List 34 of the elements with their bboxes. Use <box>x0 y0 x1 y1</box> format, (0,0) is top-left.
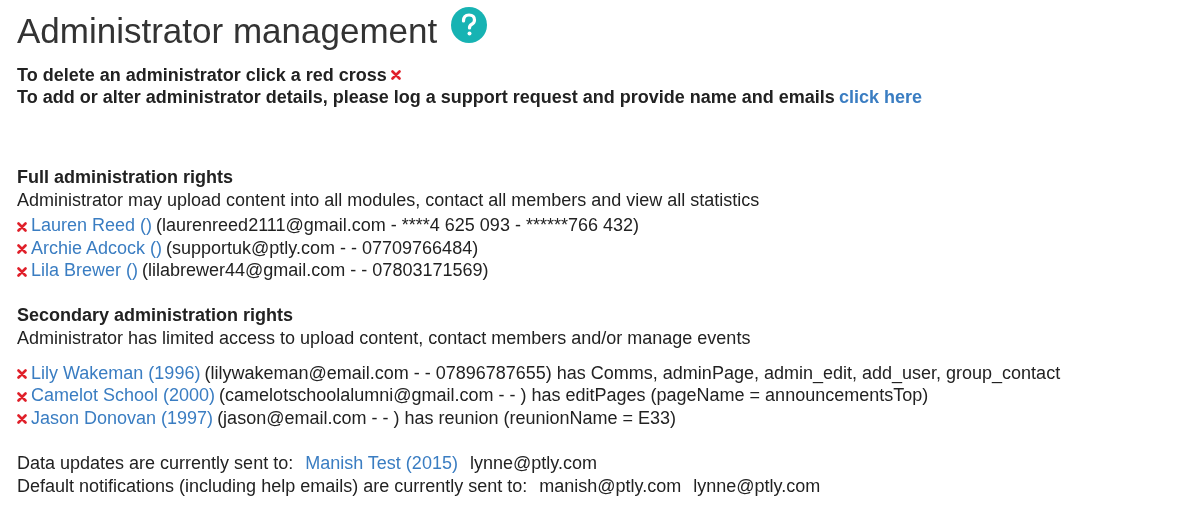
admin-details: (laurenreed2111@gmail.com - ****4 625 093 - ******766 432) <box>156 214 639 237</box>
section-description: Administrator may upload content into all modules, contact all members and view all statistics <box>17 189 761 212</box>
admin-details: (camelotschoolalumni@gmail.com - - ) has editPages (pageName = announcementsTop) <box>219 384 929 407</box>
delete-instruction: To delete an administrator click a red cross <box>17 64 387 86</box>
admin-name-link[interactable]: Archie Adcock () <box>31 236 163 259</box>
admin-name-link[interactable]: Camelot School (2000) <box>31 384 216 407</box>
section-heading: Full administration rights <box>17 166 234 189</box>
delete-cross-icon[interactable] <box>17 221 27 232</box>
delete-cross-icon[interactable] <box>17 369 27 380</box>
section-description: Administrator has limited access to upload content, contact members and/or manage events <box>17 326 752 350</box>
page-title: Administrator management <box>17 10 438 52</box>
footer-text: Data updates are currently sent to: <box>17 452 294 475</box>
delete-cross-icon[interactable] <box>17 391 27 402</box>
cross-icon <box>390 70 401 80</box>
click-here-link[interactable]: click here <box>838 86 922 108</box>
delete-cross-icon[interactable] <box>17 414 27 425</box>
admin-details: (lilabrewer44@gmail.com - - 07803171569) <box>142 259 489 282</box>
section-heading: Secondary administration rights <box>17 303 295 327</box>
admin-details: (jason@email.com - - ) has reunion (reunionName = E33) <box>217 406 677 429</box>
admin-details: (lilywakeman@email.com - - 07896787655) has Comms, adminPage, admin_edit, add_user, group_contact <box>204 361 1061 384</box>
alter-instruction: To add or alter administrator details, please log a support request and provide name and emails <box>17 86 835 108</box>
admin-name-link[interactable]: Lily Wakeman (1996) <box>31 361 201 384</box>
admin-name-link[interactable]: Lila Brewer () <box>31 259 139 282</box>
admin-name-link[interactable]: Jason Donovan (1997) <box>31 406 214 429</box>
help-icon[interactable] <box>451 7 488 43</box>
recipient-link[interactable]: Manish Test (2015) <box>305 452 458 475</box>
footer-text: lynne@ptly.com <box>693 475 821 498</box>
footer-text: lynne@ptly.com <box>469 452 597 475</box>
admin-details: (supportuk@ptly.com - - 07709766484) <box>166 236 479 259</box>
footer-text: manish@ptly.com <box>539 475 682 498</box>
footer-text: Default notifications (including help emails) are currently sent to: <box>17 475 528 498</box>
delete-cross-icon[interactable] <box>17 244 27 255</box>
delete-cross-icon[interactable] <box>17 266 27 277</box>
admin-name-link[interactable]: Lauren Reed () <box>31 214 153 237</box>
